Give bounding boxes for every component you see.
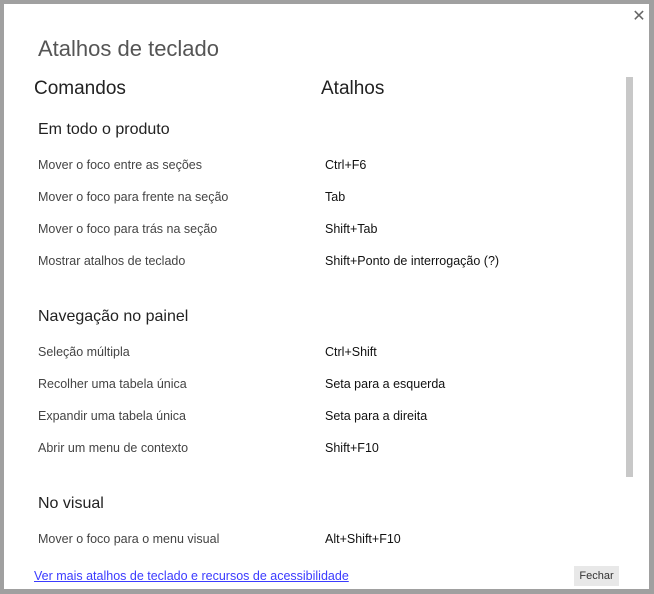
more-shortcuts-link[interactable]: Ver mais atalhos de teclado e recursos d… — [34, 569, 349, 583]
shortcut-label: Seta para a direita — [325, 409, 428, 423]
section-heading: No visual — [38, 495, 104, 512]
section-heading: Em todo o produto — [38, 121, 170, 138]
command-label: Mostrar atalhos de teclado — [38, 254, 186, 268]
command-label: Mover o foco entre as seções — [38, 158, 202, 172]
command-label: Seleção múltipla — [38, 345, 130, 359]
commands-header: Comandos — [34, 78, 126, 99]
shortcut-label: Seta para a esquerda — [325, 377, 446, 391]
dialog-title: Atalhos de teclado — [38, 36, 220, 61]
command-label: Mover o foco para frente na seção — [38, 190, 229, 204]
shortcut-label: Shift+Tab — [325, 222, 378, 236]
section-heading: Navegação no painel — [38, 308, 189, 325]
keyboard-shortcuts-dialog: ✕ Atalhos de teclado Comandos Atalhos Em… — [4, 4, 649, 589]
shortcut-label: Tab — [325, 190, 346, 204]
command-label: Mover o foco para o menu visual — [38, 532, 220, 546]
close-icon[interactable]: ✕ — [632, 9, 646, 25]
shortcut-label: Alt+Shift+F10 — [325, 532, 401, 546]
shortcut-label: Shift+Ponto de interrogação (?) — [325, 254, 500, 268]
shortcuts-list: Em todo o produto Mover o foco entre as s… — [4, 114, 619, 564]
shortcut-label: Ctrl+Shift — [325, 345, 377, 359]
command-label: Abrir um menu de contexto — [38, 441, 189, 455]
shortcut-label: Ctrl+F6 — [325, 158, 367, 172]
close-button[interactable]: Fechar — [574, 566, 619, 586]
shortcut-label: Shift+F10 — [325, 441, 379, 455]
command-label: Recolher uma tabela única — [38, 377, 187, 391]
shortcuts-header: Atalhos — [321, 78, 385, 99]
command-label: Mover o foco para trás na seção — [38, 222, 218, 236]
scrollbar[interactable] — [626, 77, 633, 477]
command-label: Expandir uma tabela única — [38, 409, 187, 423]
